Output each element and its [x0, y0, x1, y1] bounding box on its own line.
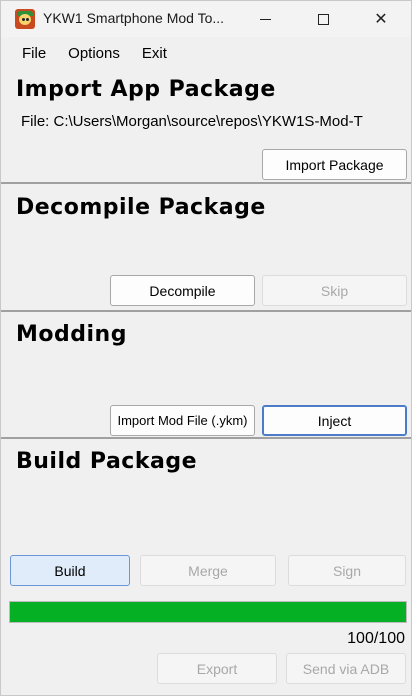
build-button[interactable]: Build [10, 555, 130, 586]
close-icon: ✕ [374, 11, 388, 28]
decompile-section-heading: Decompile Package [16, 195, 266, 220]
section-divider [1, 437, 411, 439]
file-path: C:\Users\Morgan\source\repos\YKW1S-Mod-T [53, 113, 363, 130]
sign-button[interactable]: Sign [288, 555, 406, 586]
merge-button[interactable]: Merge [140, 555, 276, 586]
section-divider [1, 310, 411, 312]
import-mod-file-button[interactable]: Import Mod File (.ykm) [110, 405, 255, 436]
build-section-heading: Build Package [16, 449, 197, 474]
file-path-row: File: C:\Users\Morgan\source\repos\YKW1S… [21, 113, 412, 130]
maximize-button[interactable] [300, 1, 346, 37]
import-section-heading: Import App Package [16, 77, 276, 102]
progress-fill [10, 602, 406, 622]
progress-bar [9, 601, 407, 623]
window-title: YKW1 Smartphone Mod To... [43, 10, 225, 26]
title-bar[interactable]: YKW1 Smartphone Mod To... ✕ [1, 1, 411, 37]
send-via-adb-button[interactable]: Send via ADB [286, 653, 406, 684]
progress-label: 100/100 [347, 630, 405, 647]
maximize-icon [317, 13, 329, 25]
menu-exit[interactable]: Exit [142, 45, 167, 62]
menu-bar: File Options Exit [1, 39, 411, 67]
export-button[interactable]: Export [157, 653, 277, 684]
menu-options[interactable]: Options [68, 45, 120, 62]
skip-button[interactable]: Skip [262, 275, 407, 306]
minimize-button[interactable] [242, 1, 288, 37]
menu-file[interactable]: File [22, 45, 46, 62]
import-package-button[interactable]: Import Package [262, 149, 407, 180]
app-window: YKW1 Smartphone Mod To... ✕ File Options… [0, 0, 412, 696]
file-label: File: [21, 113, 50, 130]
decompile-button[interactable]: Decompile [110, 275, 255, 306]
close-button[interactable]: ✕ [358, 1, 404, 37]
section-divider [1, 182, 411, 184]
modding-section-heading: Modding [16, 322, 127, 347]
app-logo-icon [15, 9, 35, 29]
minimize-icon [259, 18, 271, 20]
inject-button[interactable]: Inject [262, 405, 407, 436]
